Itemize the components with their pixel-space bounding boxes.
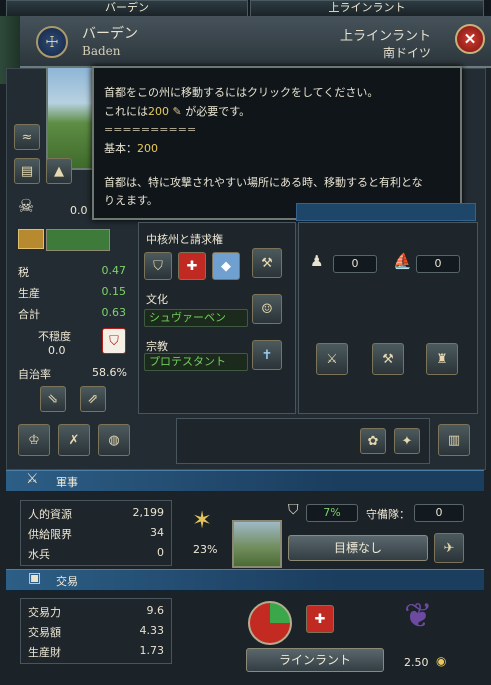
culture-title: 文化 [146, 293, 168, 306]
sailors-label: 水兵 [28, 548, 50, 561]
autonomy-value: 58.6% [92, 366, 127, 379]
ships-icon: ⛵ [393, 252, 412, 270]
tooltip-line-2-suffix: が必要です。 [185, 105, 251, 118]
unrest-value: 0.0 [48, 344, 66, 357]
region-name[interactable]: 南ドイツ [383, 44, 431, 61]
core-claims-title: 中核州と請求権 [146, 233, 223, 246]
hammer-action-button[interactable]: ⚒ [372, 343, 404, 375]
tooltip-desc-2: りえます。 [104, 194, 158, 207]
area-name[interactable]: 上ラインラント [340, 25, 431, 44]
troops-icon: ♟ [310, 252, 324, 270]
supply-limit-label: 供給限界 [28, 528, 72, 541]
target-none-button[interactable]: 目標なし [288, 535, 428, 561]
tooltip-line-1: 首都をこの州に移動するにはクリックをしてください。 [104, 86, 379, 99]
treasure-chest-icon [18, 229, 44, 249]
religion-crest-icon[interactable]: ☩ [36, 26, 68, 58]
tooltip-desc-1: 首都は、特に攻撃されやすい場所にある時、移動すると有利とな [104, 176, 423, 189]
top-stat-value: 0.0 [70, 204, 88, 217]
ships-counter: 0 [416, 255, 460, 273]
decrease-autonomy-button[interactable]: ⇘ [40, 386, 66, 412]
unrest-label: 不穏度 [38, 330, 71, 343]
owner-shield-icon[interactable]: ✚ [178, 252, 206, 280]
grapes-icon[interactable]: ❦ [404, 596, 433, 636]
manpower-value: 2,199 [132, 506, 165, 519]
province-name[interactable]: バーデン [82, 23, 138, 43]
unrest-shield-icon[interactable]: ⛉ [102, 328, 126, 354]
fabricate-claim-button[interactable]: ⚒ [252, 248, 282, 278]
fort-level-icon: ⛉ [288, 502, 299, 518]
fort-percent: 7% [306, 504, 358, 522]
goods-produced-label: 生産財 [28, 646, 61, 659]
modifier-box [176, 418, 430, 464]
right-action-panel [298, 222, 478, 414]
trade-share-pie-icon[interactable] [248, 601, 292, 645]
book-icon[interactable]: ▥ [438, 424, 470, 456]
skull-icon: ☠ [18, 196, 35, 217]
trade-power-label: 交易力 [28, 606, 61, 619]
development-bar[interactable] [46, 229, 110, 251]
province-sub-name: Baden [82, 44, 121, 58]
goods-price: 2.50 [404, 656, 429, 669]
build-action-button[interactable]: ♜ [426, 343, 458, 375]
tax-value: 0.47 [101, 264, 127, 277]
eagle-icon[interactable]: ♔ [18, 424, 50, 456]
total-label: 合計 [18, 308, 40, 321]
total-value: 0.63 [101, 306, 127, 319]
tooltip-cost: 200 [148, 105, 169, 118]
core-shield-icon[interactable]: ⛉ [144, 252, 172, 280]
garrison-label: 守備隊： [366, 508, 410, 521]
tooltip-divider: ========== [104, 123, 197, 136]
torch-icon[interactable]: ✦ [394, 428, 420, 454]
tooltip-base-value: 200 [137, 142, 158, 155]
convert-religion-button[interactable]: ✝ [252, 340, 282, 370]
food-icon[interactable]: ✿ [360, 428, 386, 454]
river-icon: ≈ [14, 124, 40, 150]
garrison-value: 0 [414, 504, 464, 522]
fort-button[interactable]: ◍ [98, 424, 130, 456]
sword-action-button[interactable]: ⚔ [316, 343, 348, 375]
religion-title: 宗教 [146, 340, 168, 353]
tooltip-base: 基本：200 [104, 140, 158, 156]
ledger-icon[interactable]: ▤ [14, 158, 40, 184]
claim-shield-icon[interactable]: ◆ [212, 252, 240, 280]
trade-goods-icon: ▣ [28, 570, 42, 586]
tooltip-line-2-prefix: これには [104, 105, 148, 118]
military-title: 軍事 [56, 476, 78, 489]
buildings-icon[interactable]: ▲ [46, 158, 72, 184]
goods-produced-value: 1.73 [139, 644, 165, 657]
trade-power-value: 9.6 [146, 604, 165, 617]
trade-title: 交易 [56, 575, 78, 588]
admin-power-icon: ✎ [169, 105, 186, 118]
manpower-label: 人的資源 [28, 508, 72, 521]
tax-label: 税 [18, 266, 29, 279]
trade-value-label: 交易額 [28, 626, 61, 639]
autonomy-label: 自治率 [18, 368, 51, 381]
tooltip-line-2: これには200 ✎ が必要です。 [104, 103, 250, 119]
military-tradition-icon: ✶ [192, 506, 213, 534]
troops-counter: 0 [333, 255, 377, 273]
raze-button[interactable]: ✗ [58, 424, 90, 456]
fort-image[interactable] [232, 520, 282, 568]
sailors-value: 0 [157, 546, 164, 559]
increase-autonomy-button[interactable]: ⇗ [80, 386, 106, 412]
info-strip [296, 203, 476, 221]
move-capital-tooltip: 首都をこの州に移動するにはクリックをしてください。 これには200 ✎ が必要で… [92, 66, 462, 220]
military-percent: 23% [193, 543, 218, 556]
trade-node-button[interactable]: ラインラント [246, 648, 384, 672]
crossed-swords-icon: ⚔ [26, 471, 39, 487]
convert-culture-button[interactable]: ☺ [252, 294, 282, 324]
trade-owner-shield-icon[interactable]: ✚ [306, 605, 334, 633]
gold-coins-icon: ◉ [436, 654, 447, 668]
close-button[interactable]: ✕ [455, 24, 485, 54]
siege-button[interactable]: ✈ [434, 533, 464, 563]
tooltip-base-label: 基本： [104, 142, 137, 155]
culture-value[interactable]: シュヴァーベン [144, 309, 248, 327]
trade-value-value: 4.33 [139, 624, 165, 637]
production-label: 生産 [18, 287, 40, 300]
production-value: 0.15 [101, 285, 127, 298]
supply-limit-value: 34 [150, 526, 164, 539]
religion-value[interactable]: プロテスタント [144, 353, 248, 371]
tab-province[interactable]: バーデン [6, 0, 248, 17]
tab-area[interactable]: 上ラインラント [250, 0, 484, 17]
